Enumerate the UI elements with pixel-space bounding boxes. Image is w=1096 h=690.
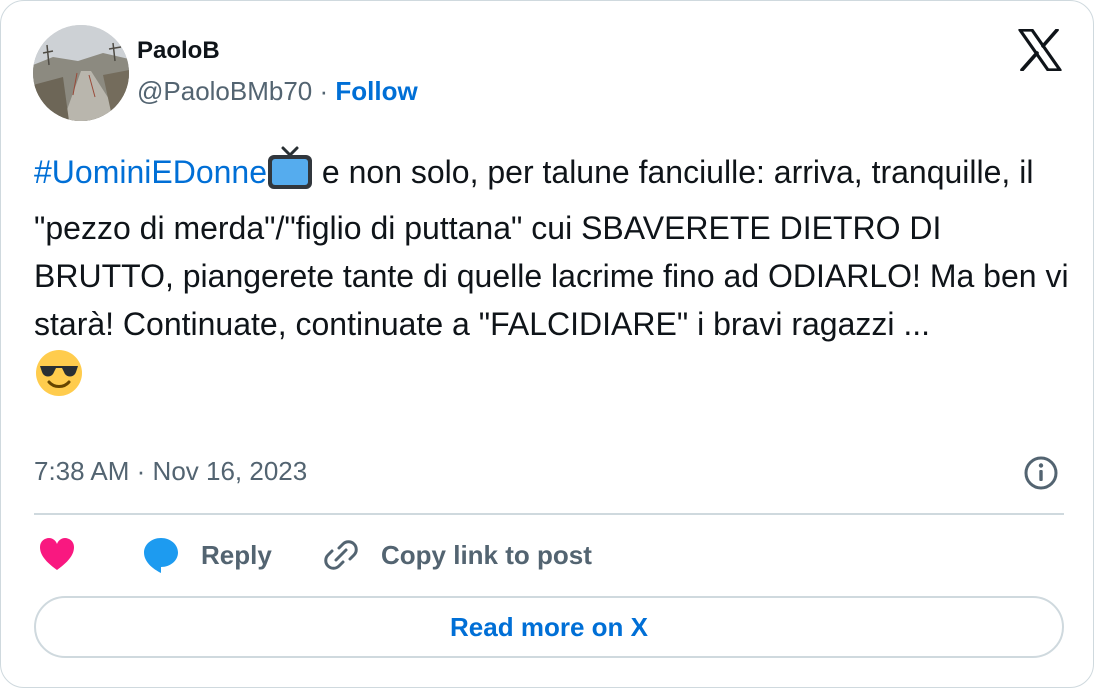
tweet-date: Nov 16, 2023 <box>152 456 308 486</box>
author-display-name[interactable]: PaoloB <box>137 35 220 67</box>
avatar-photo <box>33 25 129 121</box>
smiling-face-with-sunglasses-icon <box>34 348 84 411</box>
x-logo-icon[interactable] <box>1018 28 1062 72</box>
tweet-card: PaoloB @PaoloBMb70 · Follow #UominiEDonn… <box>0 0 1094 688</box>
author-handle[interactable]: @PaoloBMb70 <box>137 76 312 106</box>
television-icon <box>267 145 313 204</box>
link-icon <box>322 536 360 574</box>
copy-link-label: Copy link to post <box>381 539 592 570</box>
like-button[interactable] <box>37 533 77 577</box>
heart-icon <box>37 535 77 575</box>
reply-label: Reply <box>201 539 272 570</box>
timestamp-separator: · <box>136 456 146 486</box>
reply-bubble-icon <box>142 536 180 574</box>
info-icon[interactable] <box>1023 455 1059 491</box>
copy-link-button[interactable]: Copy link to post <box>322 533 592 577</box>
author-handle-row: @PaoloBMb70 · Follow <box>137 74 418 108</box>
divider <box>34 513 1064 515</box>
read-more-button[interactable]: Read more on X <box>34 596 1064 658</box>
tweet-text: #UominiEDonne e non solo, per talune fan… <box>34 145 1074 411</box>
avatar[interactable] <box>33 25 129 121</box>
tweet-time: 7:38 AM <box>34 456 130 486</box>
hashtag-link[interactable]: #UominiEDonne <box>34 154 267 190</box>
tweet-timestamp[interactable]: 7:38 AM · Nov 16, 2023 <box>34 454 307 488</box>
separator-dot: · <box>319 76 329 106</box>
reply-button[interactable]: Reply <box>142 533 272 577</box>
follow-button[interactable]: Follow <box>335 76 417 106</box>
